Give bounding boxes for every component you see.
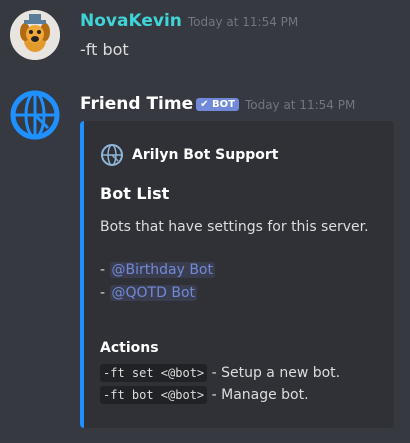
username[interactable]: Friend Time: [80, 94, 193, 114]
command-description: - Manage bot.: [211, 387, 309, 403]
bot-badge: ✔ BOT: [196, 98, 239, 111]
dog-avatar-icon: [10, 10, 60, 60]
timestamp: Today at 11:54 PM: [187, 15, 299, 29]
command-code: -ft set <@bot>: [100, 364, 208, 382]
embed: Arilyn Bot Support Bot List Bots that ha…: [80, 121, 394, 428]
bot-list-item: - @Birthday Bot: [100, 262, 215, 278]
action-line: -ft bot <@bot> - Manage bot.: [100, 386, 309, 404]
embed-title: Bot List: [100, 184, 170, 203]
timestamp: Today at 11:54 PM: [244, 98, 356, 112]
username[interactable]: NovaKevin: [80, 11, 182, 31]
action-line: -ft set <@bot> - Setup a new bot.: [100, 364, 341, 382]
message-header: Friend Time ✔ BOT Today at 11:54 PM: [80, 94, 355, 114]
embed-author-name[interactable]: Arilyn Bot Support: [132, 147, 278, 163]
bot-mention[interactable]: @Birthday Bot: [109, 262, 215, 278]
command-description: - Setup a new bot.: [211, 365, 341, 381]
bot-avatar[interactable]: [10, 90, 60, 140]
globe-icon: [101, 144, 123, 166]
bot-mention[interactable]: @QOTD Bot: [109, 285, 197, 301]
message-header: NovaKevin Today at 11:54 PM: [80, 11, 298, 31]
command-code: -ft bot <@bot>: [100, 386, 208, 404]
globe-clock-icon: [10, 90, 60, 140]
embed-author: Arilyn Bot Support: [100, 143, 278, 167]
user-avatar[interactable]: [10, 10, 60, 60]
message-content: -ft bot: [80, 40, 129, 59]
embed-field-name: Actions: [100, 340, 159, 356]
bot-list-item: - @QOTD Bot: [100, 285, 197, 301]
embed-description: Bots that have settings for this server.: [100, 219, 369, 235]
